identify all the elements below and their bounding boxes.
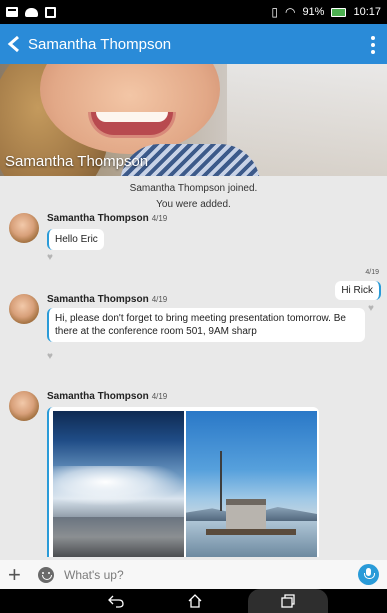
clock: 10:17 [353,6,381,18]
nav-recent-icon [281,594,295,608]
message-row: Samantha Thompson 4/19 [0,391,387,560]
message-date: 4/19 [151,295,168,304]
status-bar: ▯ ◠ 91% 10:17 [0,0,387,24]
overflow-menu-icon[interactable] [369,36,377,54]
status-right-icons: ▯ ◠ 91% 10:17 [271,5,381,19]
nav-recent-button[interactable] [248,589,328,613]
avatar[interactable] [9,213,39,243]
attached-photo-pier[interactable] [186,411,317,557]
message-sender: Samantha Thompson 4/19 [47,391,168,402]
nav-back-icon [108,595,124,608]
system-message: You were added. [156,199,231,210]
navigation-bar [0,589,387,613]
add-icon[interactable]: + [8,563,30,586]
avatar[interactable] [9,391,39,421]
avatar[interactable] [9,294,39,324]
message-date: 4/19 [151,392,168,401]
message-bubble[interactable]: Hello Eric [47,229,104,250]
message-input[interactable] [64,567,344,582]
mic-icon[interactable] [358,564,379,585]
wifi-icon: ◠ [284,5,296,19]
message-sender: Samantha Thompson 4/19 [47,294,168,305]
back-button[interactable] [2,24,26,64]
nav-home-button[interactable] [165,589,225,613]
contact-name-overlay: Samantha Thompson [5,153,149,170]
heart-icon[interactable]: ♥ [47,253,57,263]
message-row: Samantha Thompson 4/19 Hi, please don't f… [0,294,387,390]
battery-percent: 91% [302,6,325,18]
contact-cover-photo: Samantha Thompson [0,64,387,176]
message-notification-icon [6,7,18,17]
cloud-icon [25,7,38,17]
back-arrow-icon [7,35,19,53]
battery-icon [331,7,347,17]
composer-bar: + [0,560,387,589]
chat-area[interactable]: Samantha Thompson joined. You were added… [0,176,387,560]
system-message: Samantha Thompson joined. [129,183,258,194]
nav-home-icon [188,594,202,608]
emoji-icon[interactable] [38,566,54,583]
nav-back-button[interactable] [86,589,146,613]
attached-photo-sky[interactable] [53,411,184,557]
clipboard-icon [45,6,56,18]
message-date: 4/19 [365,269,379,276]
photo-attachment-group [47,407,319,557]
vibrate-icon: ▯ [271,5,278,19]
conversation-title: Samantha Thompson [28,35,172,53]
app-bar: Samantha Thompson [0,24,387,64]
message-date: 4/19 [151,214,168,223]
message-bubble[interactable]: Hi, please don't forget to bring meeting… [47,308,365,342]
heart-icon[interactable]: ♥ [47,352,57,362]
message-row: Samantha Thompson 4/19 Hello Eric ♥ [0,213,387,265]
message-sender: Samantha Thompson 4/19 [47,213,168,224]
status-left-icons [6,6,56,18]
